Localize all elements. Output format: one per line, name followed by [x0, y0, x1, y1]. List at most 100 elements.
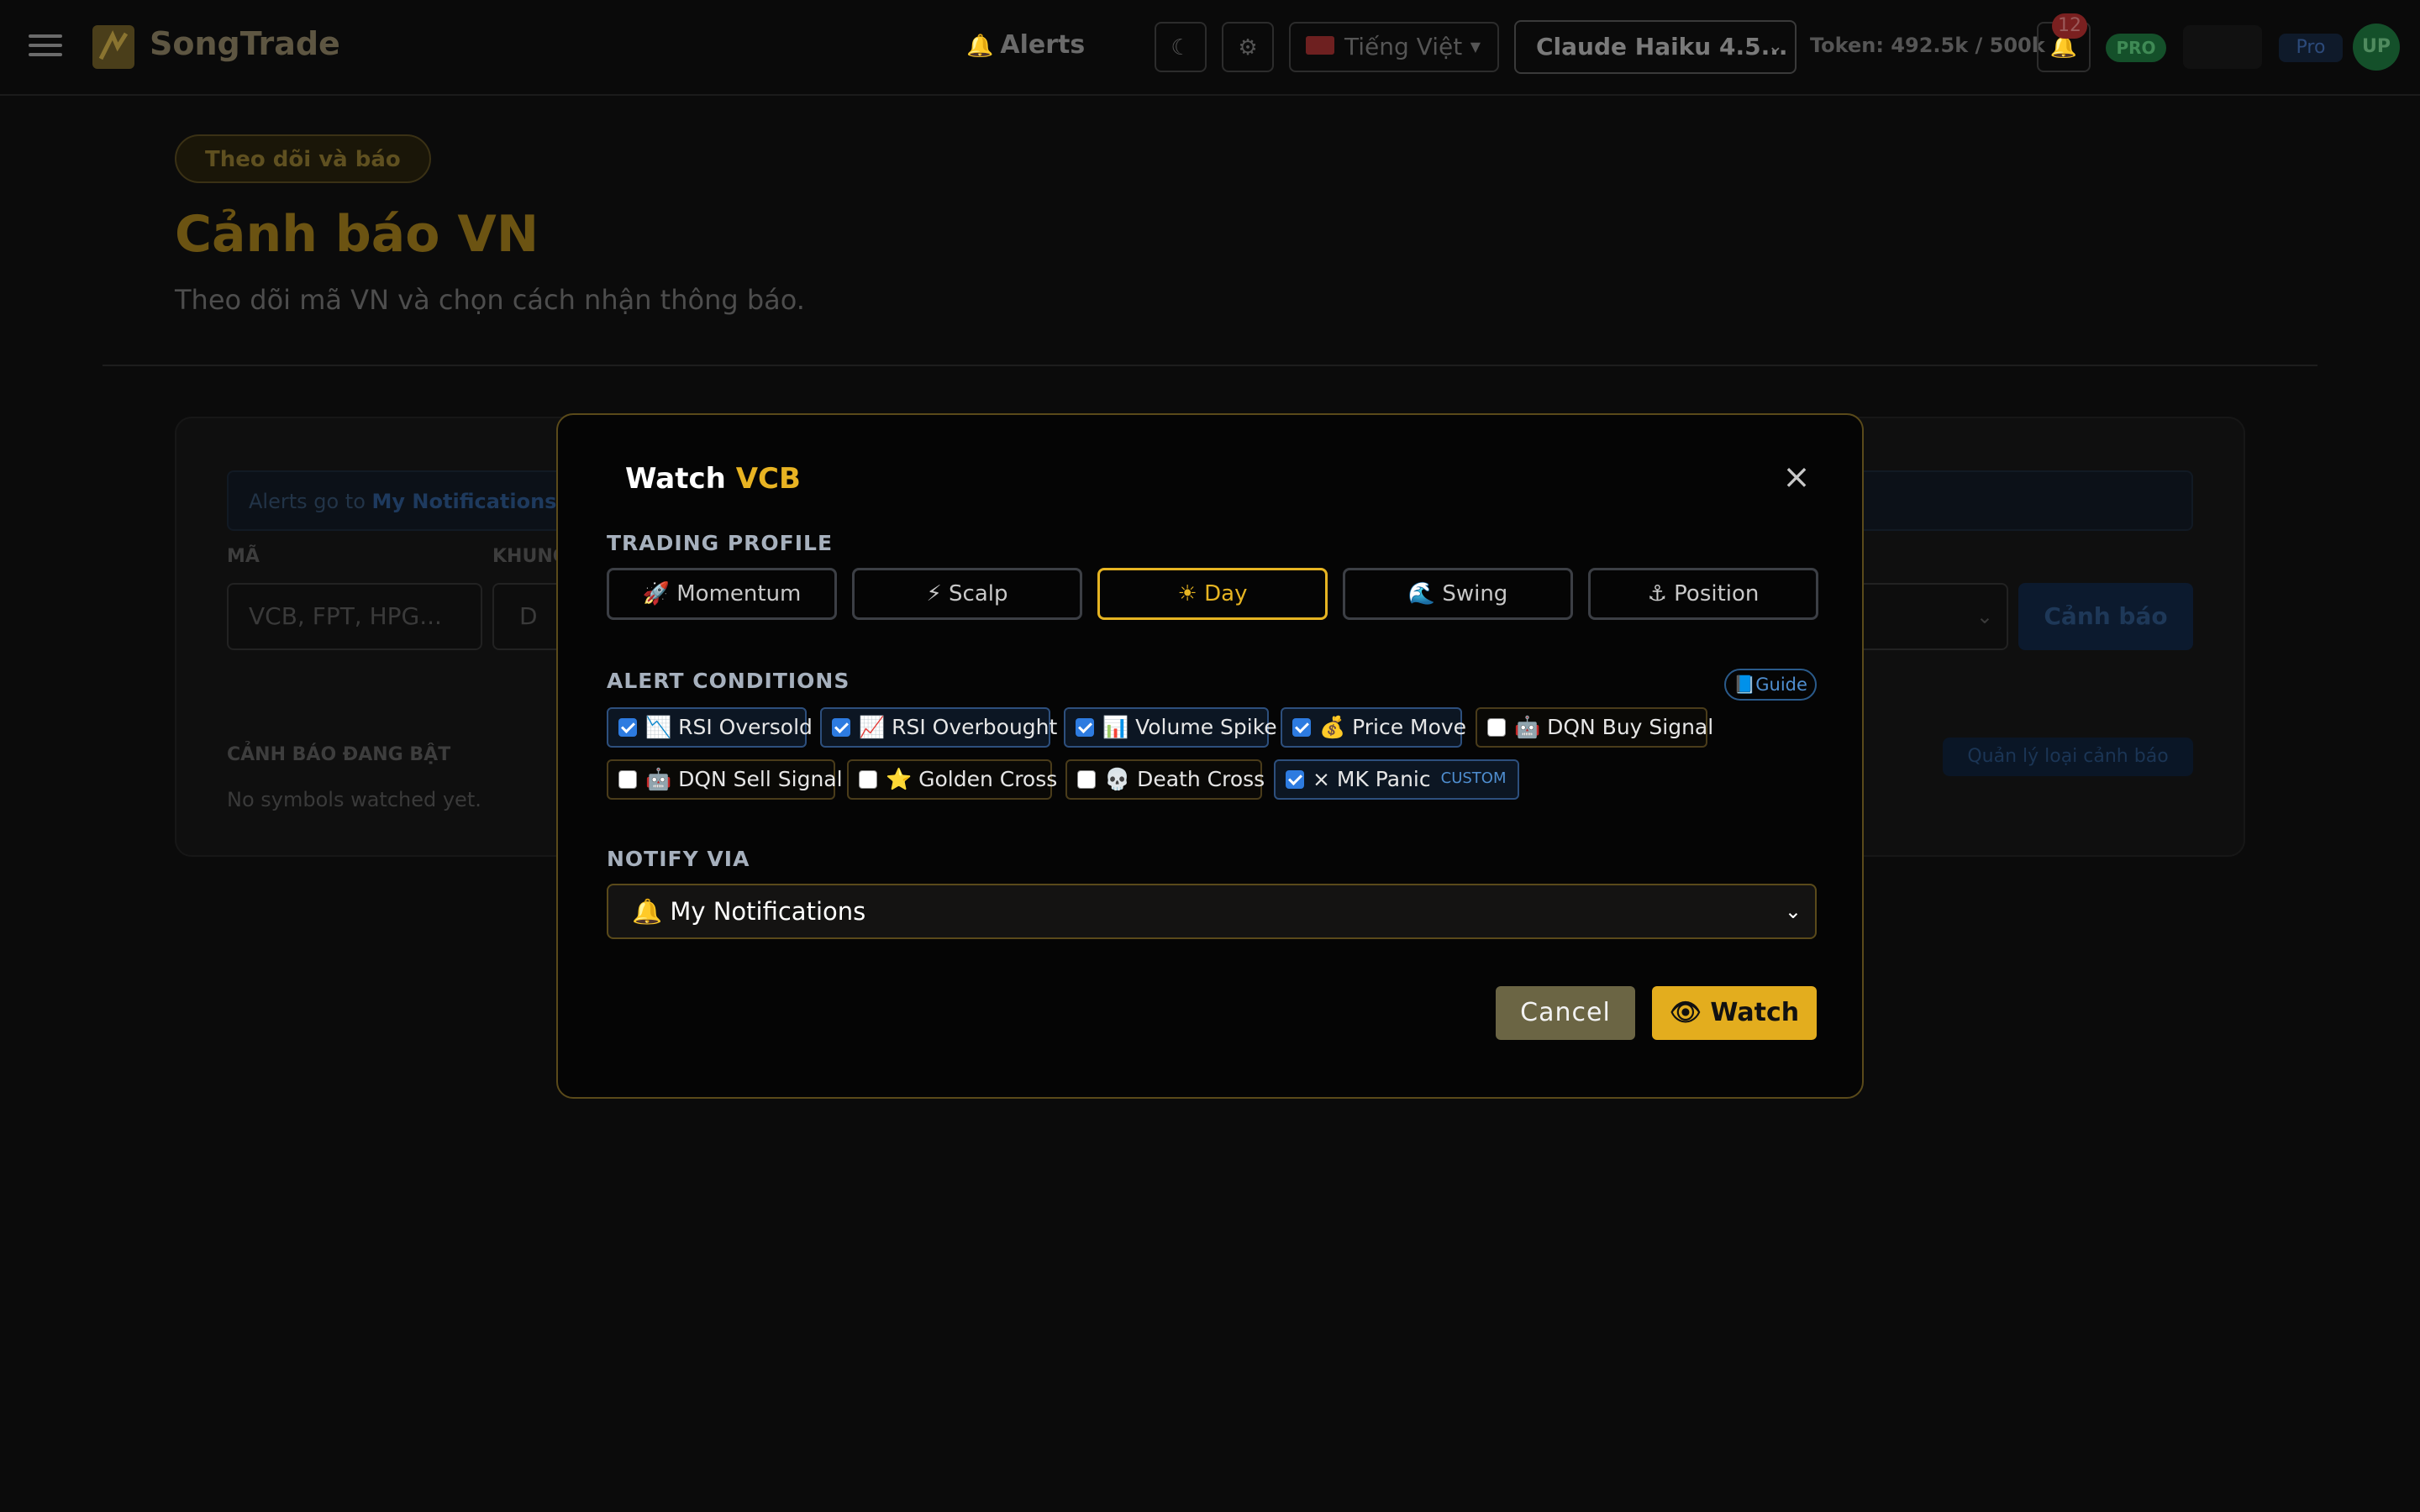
profile-position-button[interactable]: ⚓ Position [1588, 568, 1818, 620]
notify-value: My Notifications [670, 897, 866, 926]
page-title: Cảnh báo VN [175, 205, 539, 264]
profile-day-button[interactable]: ☀ Day [1097, 568, 1328, 620]
avatar[interactable]: UP [2353, 24, 2400, 71]
condition-rsi-overbought[interactable]: 📈 RSI Overbought [820, 707, 1057, 748]
skull-icon: 💀 [1104, 767, 1131, 791]
condition-dqn-sell[interactable]: 🤖 DQN Sell Signal [607, 759, 843, 800]
checkbox[interactable] [859, 770, 877, 789]
condition-label: Price Move [1352, 715, 1467, 739]
model-value: Claude Haiku 4.5... [1536, 33, 1788, 60]
divider [103, 365, 2317, 366]
sun-icon: ☀ [1177, 581, 1197, 606]
condition-golden-cross[interactable]: ⭐ Golden Cross [847, 759, 1057, 800]
empty-state: No symbols watched yet. [227, 788, 481, 811]
wave-icon: 🌊 [1407, 581, 1436, 606]
custom-tag: CUSTOM [1440, 769, 1507, 787]
robot-icon: 🤖 [1514, 715, 1541, 739]
theme-toggle-button[interactable]: ☾ [1155, 22, 1207, 72]
condition-label: Golden Cross [918, 767, 1058, 791]
symbol-label: MÃ [227, 546, 260, 567]
condition-death-cross[interactable]: 💀 Death Cross [1065, 759, 1265, 800]
notify-via-select[interactable]: 🔔 My Notifications ⌄ [607, 884, 1817, 939]
token-usage: Token: 492.5k / 500k [1810, 34, 2045, 57]
alert-conditions-label: ALERT CONDITIONS [607, 669, 850, 693]
nav-alerts[interactable]: 🔔 Alerts [966, 30, 1085, 60]
manage-alert-types-button[interactable]: Quản lý loại cảnh báo [1943, 738, 2193, 776]
flag-icon [1306, 36, 1334, 55]
cancel-button[interactable]: Cancel [1496, 986, 1635, 1040]
modal-title-prefix: Watch [625, 462, 736, 496]
page-subtitle: Theo dõi mã VN và chọn cách nhận thông b… [175, 284, 805, 316]
section-chip: Theo dõi và báo [175, 134, 431, 183]
info-text: Alerts go to [249, 490, 372, 513]
plan-tag[interactable]: Pro [2279, 34, 2343, 62]
rocket-icon: 🚀 [642, 581, 670, 606]
nav-alerts-label: Alerts [1000, 30, 1086, 60]
bar-chart-icon: 📊 [1102, 715, 1129, 739]
profile-label: Momentum [676, 581, 802, 606]
modal-symbol: VCB [735, 462, 801, 496]
anchor-icon: ⚓ [1647, 581, 1667, 606]
pro-badge: PRO [2106, 34, 2166, 62]
profile-label: Day [1204, 581, 1248, 606]
checkbox[interactable] [1286, 770, 1304, 789]
profile-label: Position [1674, 581, 1760, 606]
menu-icon[interactable] [29, 29, 62, 62]
modal-title: Watch VCB [625, 462, 801, 496]
robot-icon: 🤖 [645, 767, 672, 791]
star-icon: ⭐ [886, 767, 913, 791]
watch-modal: Watch VCB × TRADING PROFILE 🚀 Momentum ⚡… [556, 413, 1864, 1099]
condition-label: Volume Spike [1135, 715, 1277, 739]
language-select[interactable]: Tiếng Việt ▼ [1289, 22, 1499, 72]
chart-down-icon: 📉 [645, 715, 672, 739]
checkbox[interactable] [1077, 770, 1096, 789]
brand-name[interactable]: SongTrade [150, 25, 340, 62]
symbol-input[interactable]: VCB, FPT, HPG... [227, 583, 482, 650]
watch-label: Watch [1710, 998, 1800, 1027]
chevron-down-icon: ⌄ [1784, 900, 1802, 923]
condition-label: × MK Panic [1313, 767, 1431, 791]
active-alerts-title: CẢNH BÁO ĐANG BẬT [227, 744, 451, 765]
watch-button[interactable]: 👁 Watch [1652, 986, 1817, 1040]
profile-label: ⚡ Scalp [926, 581, 1008, 606]
profile-momentum-button[interactable]: 🚀 Momentum [607, 568, 837, 620]
top-bar: SongTrade 🔔 Alerts ☾ ⚙ Tiếng Việt ▼ Claud… [0, 0, 2420, 96]
guide-button[interactable]: 📘Guide [1724, 669, 1817, 701]
profile-scalp-button[interactable]: ⚡ Scalp [852, 568, 1082, 620]
condition-dqn-buy[interactable]: 🤖 DQN Buy Signal [1476, 707, 1713, 748]
language-value: Tiếng Việt [1344, 33, 1463, 60]
checkbox[interactable] [832, 718, 850, 737]
bell-icon: 🔔 [966, 34, 994, 59]
condition-volume-spike[interactable]: 📊 Volume Spike [1064, 707, 1277, 748]
checkbox[interactable] [618, 718, 637, 737]
condition-rsi-oversold[interactable]: 📉 RSI Oversold [607, 707, 813, 748]
settings-button[interactable]: ⚙ [1222, 22, 1274, 72]
checkbox[interactable] [618, 770, 637, 789]
gear-icon: ⚙ [1238, 35, 1258, 60]
logo-icon [92, 25, 134, 69]
chart-up-icon: 📈 [859, 715, 886, 739]
trading-profile-label: TRADING PROFILE [607, 531, 834, 555]
condition-label: DQN Sell Signal [678, 767, 843, 791]
model-select[interactable]: Claude Haiku 4.5... ⌄ [1514, 20, 1797, 74]
condition-label: RSI Oversold [678, 715, 813, 739]
add-alert-button[interactable]: Cảnh báo [2018, 583, 2193, 650]
bell-icon: 🔔 [632, 897, 663, 926]
checkbox[interactable] [1076, 718, 1094, 737]
condition-price-move[interactable]: 💰 Price Move [1281, 707, 1466, 748]
close-icon[interactable]: × [1778, 459, 1815, 496]
chevron-down-icon: ⌄ [1975, 605, 1993, 628]
profile-label: Swing [1442, 581, 1508, 606]
checkbox[interactable] [1487, 718, 1506, 737]
book-icon: 📘 [1733, 675, 1756, 695]
condition-label: Death Cross [1137, 767, 1265, 791]
checkbox[interactable] [1292, 718, 1311, 737]
profile-swing-button[interactable]: 🌊 Swing [1343, 568, 1573, 620]
condition-mk-panic[interactable]: × MK Panic CUSTOM [1274, 759, 1519, 800]
condition-label: DQN Buy Signal [1547, 715, 1714, 739]
moon-icon: ☾ [1171, 35, 1191, 60]
notification-count-badge: 12 [2052, 13, 2087, 39]
my-notifications-link[interactable]: My Notifications [372, 490, 557, 513]
placeholder-button[interactable] [2183, 25, 2262, 69]
eye-icon: 👁 [1669, 998, 1702, 1027]
